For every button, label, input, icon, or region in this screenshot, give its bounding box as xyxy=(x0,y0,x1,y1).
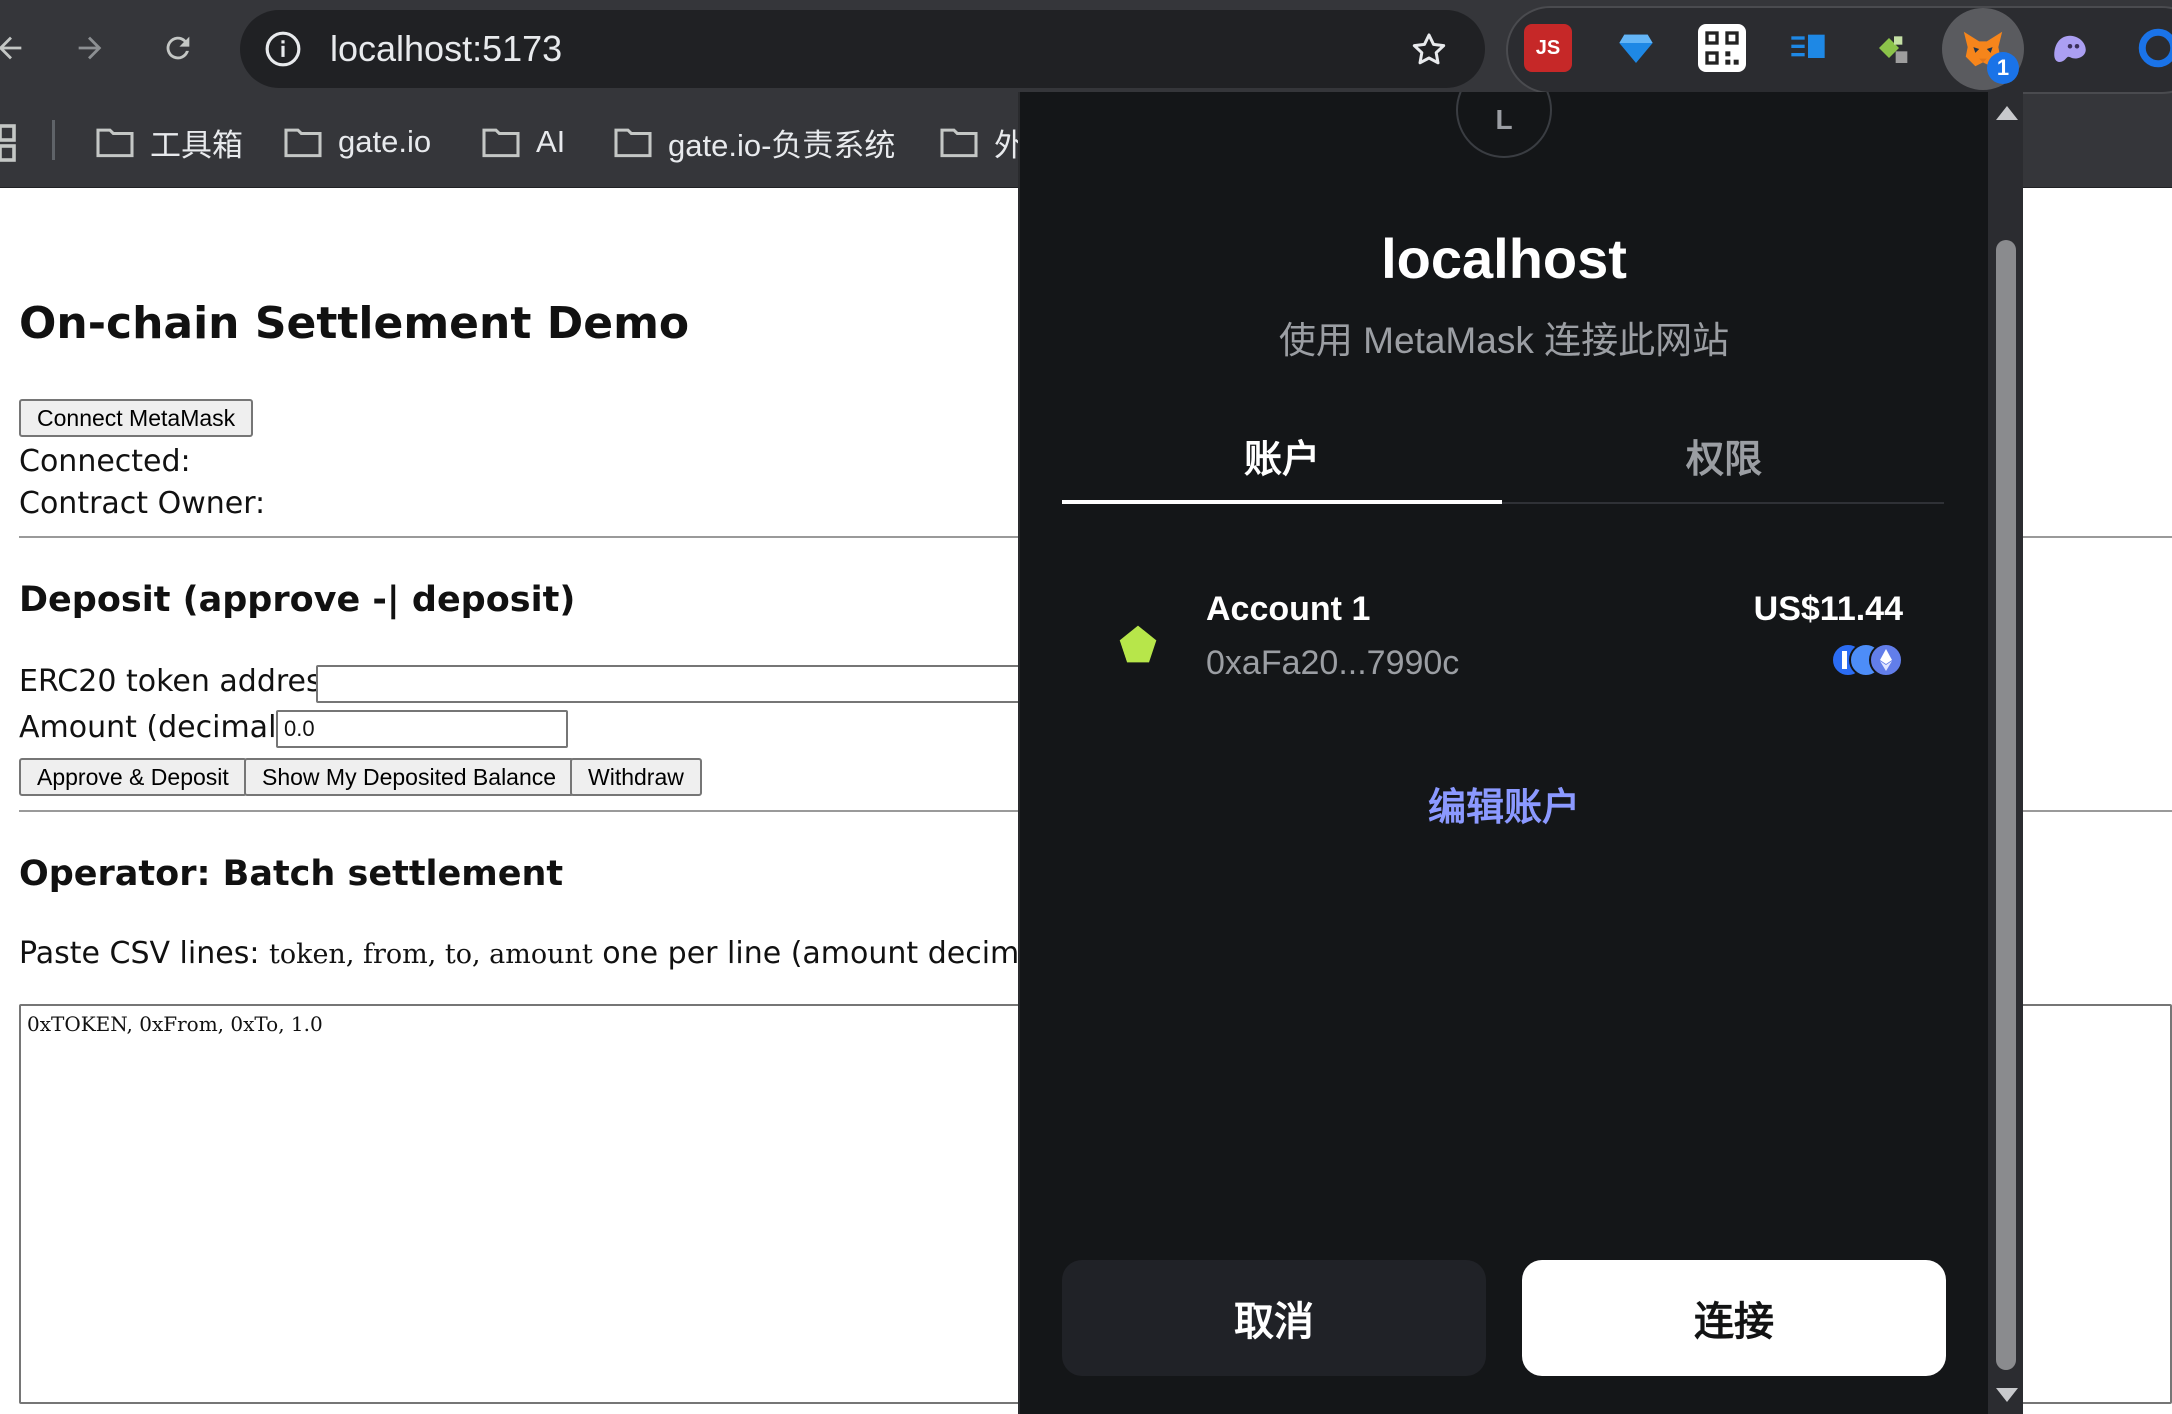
account-balance: US$11.44 xyxy=(1753,590,1903,628)
deposit-heading: Deposit (approve -| deposit) xyxy=(19,580,576,620)
back-button[interactable] xyxy=(0,20,38,76)
ghost-extension-icon[interactable] xyxy=(2046,24,2094,72)
bookmark-label: 工具箱 xyxy=(150,127,243,163)
bookmark-label: gate.io-负责系统 xyxy=(668,127,896,163)
folder-icon xyxy=(614,128,652,158)
edit-accounts-link[interactable]: 编辑账户 xyxy=(1020,776,1988,831)
site-info-icon[interactable] xyxy=(264,30,302,68)
qr-code-extension-icon[interactable] xyxy=(1698,24,1746,72)
active-tab-indicator xyxy=(1062,500,1502,504)
arrow-left-icon xyxy=(0,36,22,60)
csv-suffix: one per line (amount decimal) xyxy=(592,936,1058,971)
circle-extension-icon[interactable] xyxy=(2134,24,2172,72)
amount-label: Amount (decimal): xyxy=(19,710,299,745)
bookmark-folder-other[interactable]: 外 xyxy=(938,120,1025,164)
metamask-popup: L localhost 使用 MetaMask 连接此网站 账户 权限 Acco… xyxy=(1018,92,2023,1414)
browser-toolbar: localhost:5173 JS 1 xyxy=(0,0,2172,100)
account-avatar-icon[interactable] xyxy=(1116,622,1160,666)
amount-input[interactable]: 0.0 xyxy=(276,710,568,748)
scrollbar-thumb[interactable] xyxy=(1996,240,2016,1370)
scroll-up-arrow-icon[interactable] xyxy=(1996,106,2018,120)
tab-permissions[interactable]: 权限 xyxy=(1504,428,1944,483)
approve-deposit-button[interactable]: Approve & Deposit xyxy=(19,758,247,796)
bookmark-folder-toolbox[interactable]: 工具箱 xyxy=(94,120,243,164)
apps-grid-icon[interactable] xyxy=(0,122,18,162)
bookmark-label: AI xyxy=(536,124,566,159)
connect-button[interactable]: 连接 xyxy=(1522,1260,1946,1376)
csv-format-code: token, from, to, amount xyxy=(268,939,593,970)
token-address-label: ERC20 token address: xyxy=(19,664,348,699)
connected-label: Connected: xyxy=(19,444,191,479)
reader-extension-icon[interactable] xyxy=(1784,24,1832,72)
bookmark-star-icon[interactable] xyxy=(1409,30,1449,70)
contract-owner-label: Contract Owner: xyxy=(19,486,266,521)
token-address-input[interactable] xyxy=(316,665,1036,703)
folder-icon xyxy=(482,128,520,158)
url-text[interactable]: localhost:5173 xyxy=(330,28,562,70)
cancel-button[interactable]: 取消 xyxy=(1062,1260,1486,1376)
account-name[interactable]: Account 1 xyxy=(1206,590,1370,629)
reload-icon xyxy=(166,36,190,60)
bookmarks-divider xyxy=(52,120,55,160)
arrow-right-icon xyxy=(78,36,102,60)
reload-button[interactable] xyxy=(150,20,206,76)
js-extension-icon[interactable]: JS xyxy=(1524,24,1572,72)
forward-button[interactable] xyxy=(62,20,118,76)
folder-icon xyxy=(96,128,134,158)
notification-badge: 1 xyxy=(1987,52,2019,84)
withdraw-button[interactable]: Withdraw xyxy=(570,758,702,796)
connect-subtitle: 使用 MetaMask 连接此网站 xyxy=(1278,320,1730,361)
popup-scrollbar[interactable] xyxy=(1988,92,2023,1414)
operator-heading: Operator: Batch settlement xyxy=(19,854,564,894)
diamond-extension-icon[interactable] xyxy=(1612,24,1660,72)
address-bar[interactable]: localhost:5173 xyxy=(240,10,1485,88)
scroll-down-arrow-icon[interactable] xyxy=(1996,1388,2018,1402)
tab-accounts[interactable]: 账户 xyxy=(1062,428,1502,483)
bookmark-label: gate.io xyxy=(338,124,432,159)
account-address: 0xaFa20...7990c xyxy=(1206,644,1460,682)
connect-metamask-button[interactable]: Connect MetaMask xyxy=(19,399,254,437)
csv-prefix: Paste CSV lines: xyxy=(19,936,269,971)
bookmark-folder-ai[interactable]: AI xyxy=(480,120,565,164)
site-host: localhost xyxy=(1381,227,1627,290)
network-badges-icon xyxy=(1831,643,1903,677)
puzzle-extension-icon[interactable] xyxy=(1870,24,1918,72)
bookmark-folder-gate-io-system[interactable]: gate.io-负责系统 xyxy=(612,120,895,164)
tab-divider xyxy=(1502,502,1944,504)
bookmark-folder-gate-io[interactable]: gate.io xyxy=(282,120,431,164)
page-title: On-chain Settlement Demo xyxy=(19,298,690,349)
csv-instructions: Paste CSV lines: token, from, to, amount… xyxy=(19,936,1058,971)
folder-icon xyxy=(284,128,322,158)
site-avatar: L xyxy=(1456,92,1552,158)
folder-icon xyxy=(940,128,978,158)
show-balance-button[interactable]: Show My Deposited Balance xyxy=(244,758,575,796)
